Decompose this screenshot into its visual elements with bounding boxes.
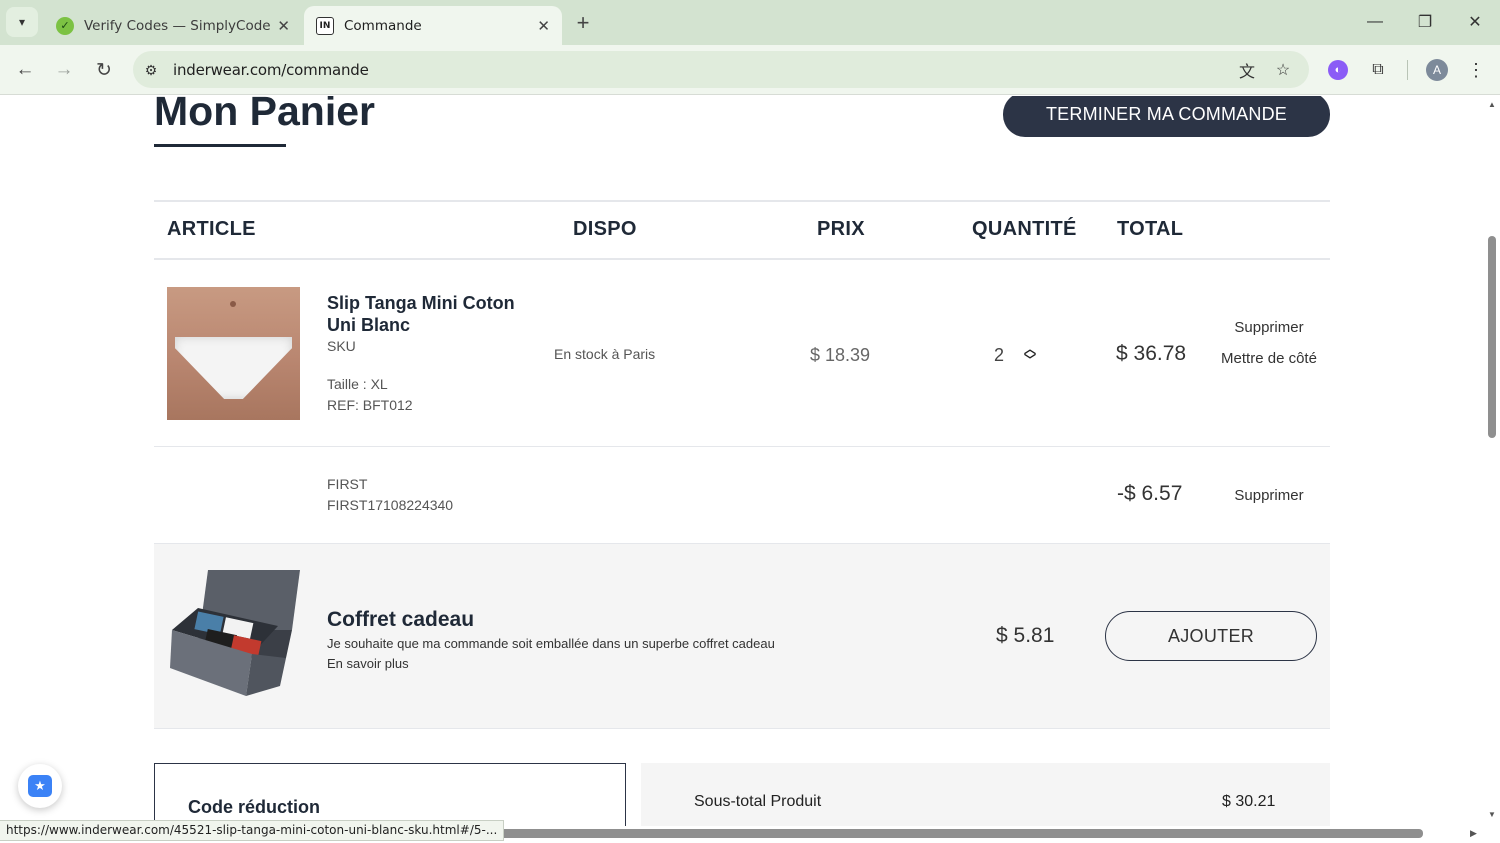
availability-text: En stock à Paris <box>554 346 656 362</box>
browser-toolbar: ← → ↻ ⚙ inderwear.com/commande 文 ☆ ◐ ⧉ A… <box>0 45 1500 95</box>
extensions-puzzle-icon[interactable]: ⧉ <box>1366 58 1390 82</box>
header-quantite: QUANTITÉ <box>972 218 1077 240</box>
header-dispo: DISPO <box>573 218 637 240</box>
reload-button[interactable]: ↻ <box>89 55 119 85</box>
vertical-scrollbar[interactable]: ▲ ▼ <box>1484 96 1500 826</box>
product-ref: REF: BFT012 <box>327 397 413 413</box>
subtotal-value: $ 30.21 <box>1222 793 1276 810</box>
gift-description: Je souhaite que ma commande soit emballé… <box>327 636 775 651</box>
header-article: ARTICLE <box>167 218 256 240</box>
gift-box-image <box>170 570 300 696</box>
promo-amount: -$ 6.57 <box>1117 482 1183 505</box>
checkout-button[interactable]: TERMINER MA COMMANDE <box>1003 96 1330 137</box>
tab-search-button[interactable]: ▾ <box>6 7 38 37</box>
unit-price: $ 18.39 <box>810 345 871 365</box>
url-text[interactable]: inderwear.com/commande <box>173 61 369 79</box>
product-sku-label: SKU <box>327 338 356 354</box>
remove-item-link[interactable]: Supprimer <box>1214 316 1324 339</box>
gift-title: Coffret cadeau <box>327 608 475 631</box>
table-header-rule <box>154 258 1330 260</box>
page-content: Mon Panier TERMINER MA COMMANDE ARTICLE … <box>0 96 1484 826</box>
restore-button[interactable]: ❐ <box>1410 8 1440 36</box>
close-window-button[interactable]: ✕ <box>1460 8 1490 36</box>
more-menu-icon[interactable]: ⋮ <box>1464 58 1488 82</box>
product-name-link[interactable]: Slip Tanga Mini Coton Uni Blanc <box>327 292 527 336</box>
site-settings-icon[interactable]: ⚙ <box>141 60 161 80</box>
table-top-rule <box>154 200 1330 202</box>
promo-label: FIRST <box>327 476 368 492</box>
minimize-button[interactable]: — <box>1360 8 1390 36</box>
extension-purple-icon[interactable]: ◐ <box>1328 60 1348 80</box>
horizontal-scroll-thumb[interactable] <box>498 829 1423 838</box>
tab-verify-codes[interactable]: ✓ Verify Codes — SimplyCodes ✕ <box>44 6 302 45</box>
scroll-right-icon[interactable]: ▶ <box>1470 828 1477 839</box>
scroll-down-icon[interactable]: ▼ <box>1487 810 1497 820</box>
floating-extension-button[interactable]: ★ <box>18 764 62 808</box>
bookmark-star-icon[interactable]: ☆ <box>1272 59 1294 81</box>
product-image[interactable] <box>167 287 300 420</box>
address-bar[interactable]: ⚙ inderwear.com/commande 文 ☆ <box>133 51 1309 88</box>
subtotal-label: Sous-total Produit <box>694 793 822 810</box>
chevron-down-icon[interactable]: ﹀ <box>1024 354 1036 366</box>
tab-commande[interactable]: IN Commande ✕ <box>304 6 562 45</box>
profile-avatar[interactable]: A <box>1426 59 1448 81</box>
back-button[interactable]: ← <box>10 55 40 85</box>
translate-icon[interactable]: 文 <box>1236 59 1258 81</box>
simplycodes-favicon-icon: ✓ <box>56 16 74 35</box>
link-status-bar: https://www.inderwear.com/45521-slip-tan… <box>0 820 505 841</box>
row-divider <box>154 446 1330 447</box>
scroll-up-icon[interactable]: ▲ <box>1487 100 1497 110</box>
close-icon[interactable]: ✕ <box>277 17 290 35</box>
line-total: $ 36.78 <box>1116 342 1187 365</box>
coupon-title: Code réduction <box>188 797 321 817</box>
toolbar-separator <box>1407 60 1408 80</box>
gift-more-link[interactable]: En savoir plus <box>327 656 409 671</box>
quantity-value[interactable]: 2 <box>994 345 1004 366</box>
title-underline <box>154 144 286 147</box>
add-gift-button[interactable]: AJOUTER <box>1105 611 1317 661</box>
close-icon[interactable]: ✕ <box>537 17 550 35</box>
tab-title: Commande <box>344 17 422 34</box>
remove-promo-link[interactable]: Supprimer <box>1214 484 1324 507</box>
tab-title: Verify Codes — SimplyCodes <box>84 17 272 34</box>
chevron-down-icon: ▾ <box>18 15 26 29</box>
forward-button[interactable]: → <box>49 55 79 85</box>
header-total: TOTAL <box>1117 218 1184 240</box>
shopping-bag-icon: ★ <box>28 775 52 797</box>
inderwear-favicon-icon: IN <box>316 16 334 35</box>
gift-price: $ 5.81 <box>996 624 1055 647</box>
quantity-stepper[interactable]: ︿ ﹀ <box>1020 342 1040 368</box>
header-prix: PRIX <box>817 218 865 240</box>
tab-strip: ▾ ✓ Verify Codes — SimplyCodes ✕ IN Comm… <box>0 0 1500 45</box>
page-title: Mon Panier <box>154 96 375 134</box>
product-size: Taille : XL <box>327 376 388 392</box>
promo-code: FIRST17108224340 <box>327 497 454 513</box>
vertical-scroll-thumb[interactable] <box>1488 236 1496 438</box>
new-tab-button[interactable]: + <box>570 10 596 36</box>
save-for-later-link[interactable]: Mettre de côté <box>1214 347 1324 370</box>
